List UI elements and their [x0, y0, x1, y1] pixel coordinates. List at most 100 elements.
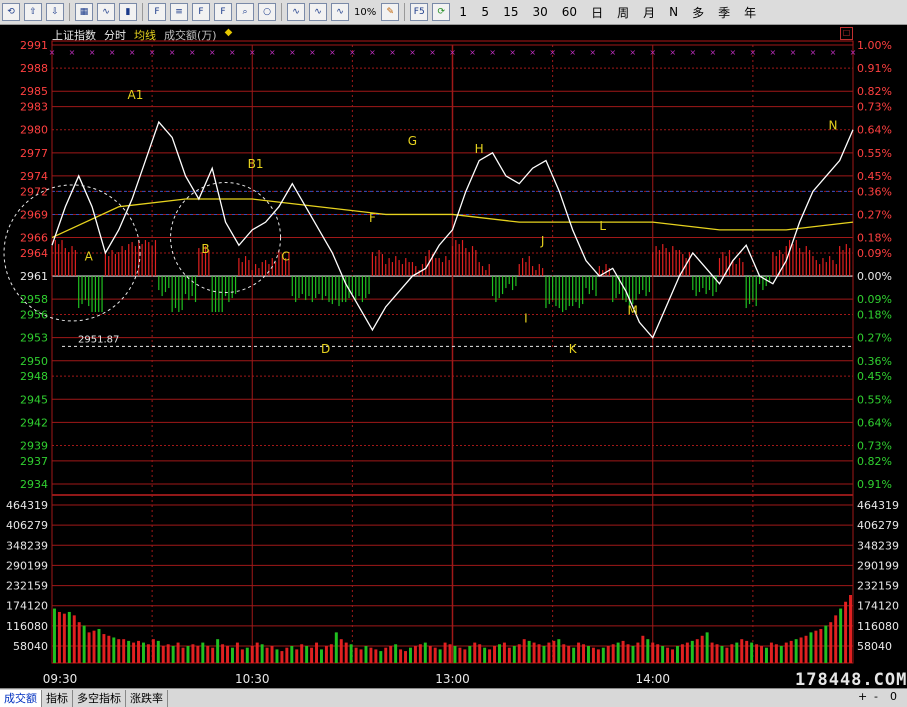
pct-tick-label: 0.91%	[857, 62, 892, 75]
annotation-n: N	[828, 119, 837, 133]
text-icon[interactable]: ≡	[170, 3, 188, 21]
bottom-tab-2[interactable]: 多空指标	[73, 689, 126, 707]
line-chart-icon[interactable]: ∿	[97, 3, 115, 21]
price-tick-label: 2991	[20, 39, 48, 52]
price-tick-label: 2958	[20, 293, 48, 306]
time-marker: ×	[609, 48, 616, 57]
close-icon[interactable]: □	[840, 27, 853, 40]
time-marker: ×	[489, 48, 496, 57]
pct-tick-label: 0.55%	[857, 393, 892, 406]
period-button-11[interactable]: 年	[739, 3, 761, 21]
time-marker: ×	[49, 48, 56, 57]
time-marker: ×	[169, 48, 176, 57]
avg-line-label[interactable]: 均线	[134, 27, 156, 42]
time-marker: ×	[649, 48, 656, 57]
time-label: 13:00	[435, 672, 470, 686]
chart-mode[interactable]: 分时	[104, 27, 126, 42]
fiz-icon[interactable]: F	[214, 3, 232, 21]
period-button-0[interactable]: 1	[454, 3, 472, 21]
zoom-in-button[interactable]: +	[858, 690, 867, 703]
time-marker: ×	[469, 48, 476, 57]
time-marker: ×	[269, 48, 276, 57]
annotation-g: G	[408, 134, 417, 148]
time-marker: ×	[449, 48, 456, 57]
annotation-k: K	[569, 342, 578, 356]
time-marker: ×	[689, 48, 696, 57]
price-tick-label: 2964	[20, 247, 48, 260]
zoom-icon[interactable]: ⌕	[236, 3, 254, 21]
time-marker: ×	[790, 48, 797, 57]
time-marker: ×	[709, 48, 716, 57]
volume-tick-label-right: 174120	[857, 600, 899, 613]
circle-icon[interactable]: ○	[258, 3, 276, 21]
time-marker: ×	[349, 48, 356, 57]
time-marker: ×	[830, 48, 837, 57]
arrow-down-icon[interactable]: ⇩	[46, 3, 64, 21]
indicator-icon[interactable]: ∿	[287, 3, 305, 21]
toolbar-separator	[281, 3, 282, 21]
refresh-icon[interactable]: ⟳	[432, 3, 451, 21]
period-button-10[interactable]: 季	[713, 3, 735, 21]
period-button-7[interactable]: 月	[638, 3, 660, 21]
time-marker: ×	[89, 48, 96, 57]
time-marker: ×	[750, 48, 757, 57]
back-icon[interactable]: ⟲	[2, 3, 20, 21]
period-button-3[interactable]: 30	[528, 3, 553, 21]
period-button-2[interactable]: 15	[498, 3, 523, 21]
pct-tick-label: 0.73%	[857, 101, 892, 114]
price-tick-label: 2966	[20, 232, 48, 245]
table-icon[interactable]: ▦	[75, 3, 93, 21]
volume-tick-label-right: 464319	[857, 499, 899, 512]
period-button-4[interactable]: 60	[557, 3, 582, 21]
toggle-arrow-icon[interactable]: ◆	[225, 27, 233, 41]
intraday-chart[interactable]: 2991 1.00% 2988 0.91% 2985 0.82% 2983 0.73% 2980…	[0, 25, 907, 688]
indicator3-icon[interactable]: ∿	[331, 3, 349, 21]
bottom-tab-3[interactable]: 涨跌率	[126, 689, 168, 707]
volume-tick-label-right: 116080	[857, 620, 899, 633]
price-tick-label: 2937	[20, 455, 48, 468]
annotation-i: I	[524, 311, 528, 325]
annotation-b1: B1	[248, 157, 264, 171]
arrow-up-icon[interactable]: ⇧	[24, 3, 42, 21]
price-tick-label: 2948	[20, 370, 48, 383]
annotation-b: B	[201, 242, 209, 256]
period-button-9[interactable]: 多	[687, 3, 709, 21]
bottom-tab-0[interactable]: 成交额	[0, 689, 42, 707]
f10-icon[interactable]: F	[148, 3, 166, 21]
time-marker: ×	[810, 48, 817, 57]
period-button-1[interactable]: 5	[476, 3, 494, 21]
chart-info-bar: 上证指数 分时 均线 成交额(万) ◆	[52, 27, 233, 42]
indicator2-icon[interactable]: ∿	[309, 3, 327, 21]
price-tick-label: 2953	[20, 332, 48, 345]
time-marker: ×	[569, 48, 576, 57]
volume-label: 成交额(万)	[164, 29, 217, 42]
pct-tick-label: 0.64%	[857, 416, 892, 429]
time-marker: ×	[629, 48, 636, 57]
price-tick-label: 2956	[20, 309, 48, 322]
pct-tick-label: 0.82%	[857, 85, 892, 98]
period-button-5[interactable]: 日	[586, 3, 608, 21]
annotation-f: F	[369, 211, 376, 225]
time-marker: ×	[529, 48, 536, 57]
candlestick-icon[interactable]: ▮	[119, 3, 137, 21]
period-button-6[interactable]: 周	[612, 3, 634, 21]
price-tick-label: 2985	[20, 85, 48, 98]
f10-alt-icon[interactable]: F	[192, 3, 210, 21]
volume-tick-label: 464319	[6, 499, 48, 512]
f5-button[interactable]: F5	[410, 3, 429, 21]
index-name: 上证指数	[52, 29, 96, 42]
pct-scale-button[interactable]: 10%	[353, 3, 377, 21]
price-tick-label: 2969	[20, 208, 48, 221]
pencil-icon[interactable]: ✎	[381, 3, 400, 21]
price-tick-label: 2980	[20, 124, 48, 137]
volume-tick-label: 58040	[13, 640, 48, 653]
time-marker: ×	[850, 48, 857, 57]
volume-tick-label-right: 348239	[857, 539, 899, 552]
bottom-tab-1[interactable]: 指标	[42, 689, 73, 707]
pct-tick-label: 0.27%	[857, 332, 892, 345]
period-button-8[interactable]: N	[664, 3, 683, 21]
pct-tick-label: 1.00%	[857, 39, 892, 52]
reset-button[interactable]: 0	[890, 690, 897, 703]
zoom-out-button[interactable]: -	[874, 690, 878, 703]
time-marker: ×	[149, 48, 156, 57]
